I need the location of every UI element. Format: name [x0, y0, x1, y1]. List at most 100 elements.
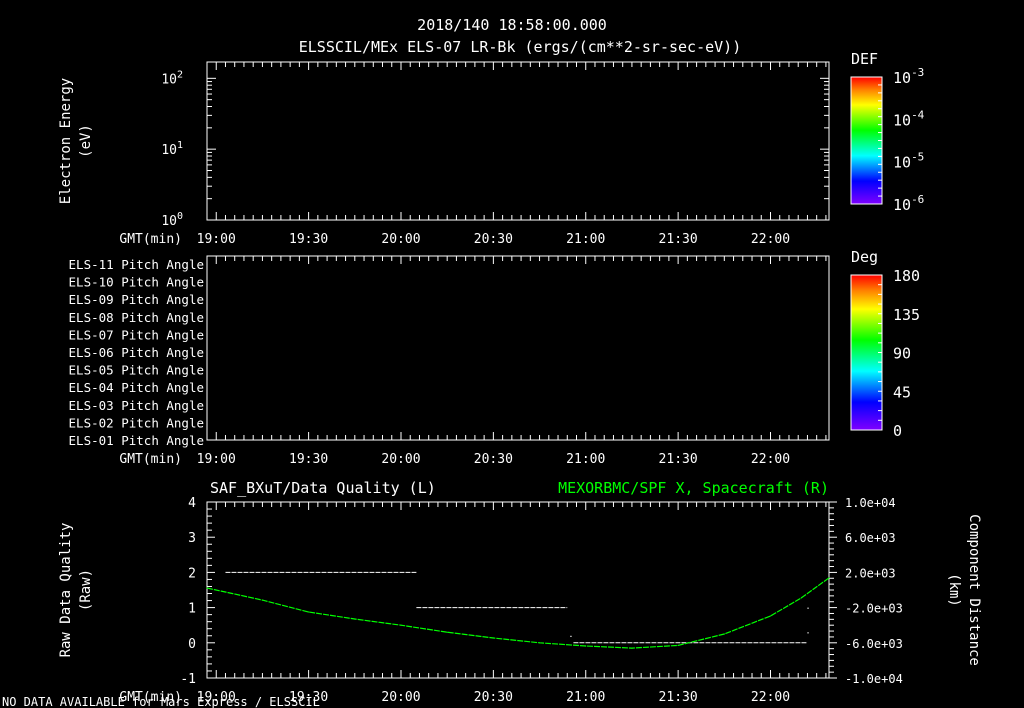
time-tick-label: 22:00 — [751, 690, 790, 705]
distance-point — [308, 611, 310, 613]
time-tick-label: 19:00 — [197, 690, 236, 705]
time-tick-label: 20:00 — [381, 232, 420, 247]
distance-tick-label: 2.0e+03 — [845, 566, 896, 580]
pitch-angle-row-label: ELS-05 Pitch Angle — [69, 363, 204, 378]
quality-tick-label: 4 — [188, 496, 196, 511]
pitch-angle-row-label: ELS-06 Pitch Angle — [69, 345, 204, 360]
distance-ylabel: Component Distance — [966, 514, 982, 666]
tick-base: 10 — [893, 111, 911, 129]
def-colorbar-label: 10-5 — [893, 151, 924, 172]
time-tick-label: 19:30 — [289, 690, 328, 705]
time-tick-label: 19:30 — [289, 232, 328, 247]
distance-point — [585, 645, 587, 647]
quality-point — [807, 632, 809, 634]
distance-tick-label: -2.0e+03 — [845, 602, 903, 616]
tick-exponent: 2 — [177, 69, 183, 80]
def-colorbar-label: 10-4 — [893, 108, 925, 129]
time-tick-label: 20:00 — [381, 690, 420, 705]
def-colorbar-title: DEF — [851, 50, 878, 68]
pitch-angle-row-label: ELS-08 Pitch Angle — [69, 310, 204, 325]
distance-point — [677, 644, 679, 647]
distance-point — [492, 637, 494, 639]
distance-tick-label: -6.0e+03 — [845, 637, 903, 651]
time-axis-label: GMT(min) — [119, 232, 182, 247]
time-tick-label: 22:00 — [751, 452, 790, 467]
tick-base: 10 — [161, 72, 177, 87]
time-tick-label: 22:00 — [751, 232, 790, 247]
tick-exponent: 1 — [177, 140, 183, 151]
distance-ylabel-units: (km) — [946, 573, 962, 607]
time-tick-label: 19:00 — [197, 232, 236, 247]
energy-ylabel: Electron Energy — [58, 78, 74, 204]
pitch-angle-row-label: ELS-11 Pitch Angle — [69, 257, 204, 272]
time-axis-label: GMT(min) — [119, 690, 182, 705]
distance-point — [828, 577, 830, 579]
distance-line — [206, 577, 830, 649]
deg-colorbar-label: 180 — [893, 267, 920, 285]
tick-exponent: 0 — [177, 211, 183, 222]
plot-subtitle: ELSSCIL/MEx ELS-07 LR-Bk (ergs/(cm**2-sr… — [299, 38, 742, 56]
plot-title: 2018/140 18:58:00.000 — [417, 16, 607, 34]
distance-point — [400, 624, 402, 626]
tick-base: 10 — [893, 69, 911, 87]
quality-panel-title: SAF_BXuT/Data Quality (L) — [210, 479, 436, 497]
distance-point — [206, 587, 208, 589]
tick-exponent: -6 — [911, 193, 924, 206]
tick-base: 10 — [161, 214, 177, 229]
distance-point — [261, 599, 264, 601]
tick-base: 10 — [161, 143, 177, 158]
time-tick-label: 21:00 — [566, 452, 605, 467]
deg-colorbar-label: 135 — [893, 306, 920, 324]
deg-colorbar — [850, 274, 883, 431]
def-colorbar-label: 10-6 — [893, 193, 924, 214]
pitch-angle-row-label: ELS-07 Pitch Angle — [69, 327, 204, 342]
energy-ylabel-units: (eV) — [78, 124, 94, 158]
energy-tick-label: 102 — [161, 69, 183, 87]
panel-frame-2 — [206, 255, 830, 441]
distance-point — [800, 597, 802, 599]
tick-exponent: -5 — [911, 151, 924, 164]
quality-tick-label: 1 — [188, 602, 196, 617]
distance-point — [723, 633, 725, 635]
time-tick-label: 19:00 — [197, 452, 236, 467]
pitch-angle-row-label: ELS-03 Pitch Angle — [69, 398, 204, 413]
plot-canvas: 2018/140 18:58:00.000 ELSSCIL/MEx ELS-07… — [2, 16, 982, 708]
deg-colorbar-label: 90 — [893, 345, 911, 363]
time-tick-label: 20:30 — [474, 452, 513, 467]
tick-base: 10 — [893, 196, 911, 214]
pitch-angle-row-label: ELS-02 Pitch Angle — [69, 415, 204, 430]
deg-colorbar-title: Deg — [851, 248, 878, 266]
distance-point — [354, 618, 356, 620]
time-tick-label: 19:30 — [289, 452, 328, 467]
quality-point — [570, 635, 572, 637]
distance-point — [631, 647, 633, 649]
tick-base: 10 — [893, 154, 911, 172]
distance-point — [446, 631, 448, 633]
tick-exponent: -3 — [911, 66, 924, 79]
panel-frame-1 — [206, 61, 830, 221]
distance-tick-label: -1.0e+04 — [845, 672, 903, 686]
time-tick-label: 20:30 — [474, 232, 513, 247]
def-colorbar-label: 10-3 — [893, 66, 924, 87]
time-tick-label: 21:30 — [659, 690, 698, 705]
quality-tick-label: -1 — [180, 672, 196, 687]
def-colorbar — [850, 76, 883, 205]
pitch-angle-row-label: ELS-04 Pitch Angle — [69, 380, 204, 395]
pitch-angle-row-label: ELS-09 Pitch Angle — [69, 292, 204, 307]
time-tick-label: 21:30 — [659, 232, 698, 247]
distance-tick-label: 1.0e+04 — [845, 496, 896, 510]
quality-tick-label: 3 — [188, 531, 196, 546]
quality-ylabel-units: (Raw) — [78, 569, 94, 611]
time-tick-label: 20:00 — [381, 452, 420, 467]
time-tick-label: 21:00 — [566, 232, 605, 247]
time-axis-label: GMT(min) — [119, 452, 182, 467]
deg-colorbar-label: 45 — [893, 383, 911, 401]
distance-panel-title: MEXORBMC/SPF X, Spacecraft (R) — [558, 479, 829, 497]
time-tick-label: 21:00 — [566, 690, 605, 705]
deg-colorbar-label: 0 — [893, 422, 902, 440]
pitch-angle-row-label: ELS-10 Pitch Angle — [69, 275, 204, 290]
energy-tick-label: 101 — [161, 140, 183, 158]
pitch-angle-row-label: ELS-01 Pitch Angle — [69, 433, 204, 448]
time-tick-label: 21:30 — [659, 452, 698, 467]
distance-tick-label: 6.0e+03 — [845, 531, 896, 545]
